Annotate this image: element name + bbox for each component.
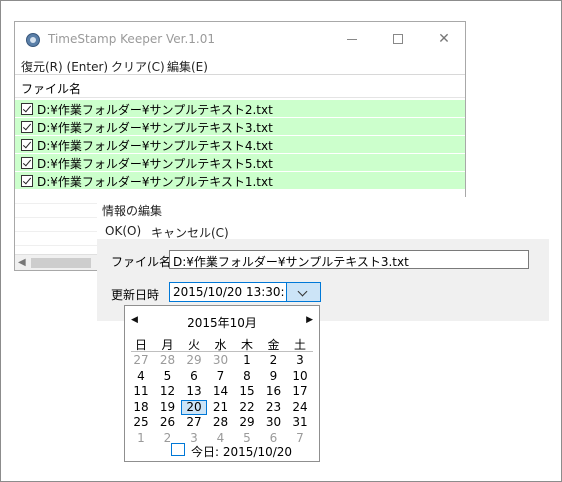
row-checkbox[interactable] <box>21 175 33 187</box>
menu-bar: 復元(R) (Enter) クリア(C) 編集(E) <box>15 56 465 75</box>
chevron-down-icon[interactable] <box>286 283 320 301</box>
weekday-header: 木 <box>240 338 253 352</box>
calendar-day[interactable]: 30 <box>208 353 234 368</box>
next-month-icon[interactable]: ▶ <box>306 315 313 325</box>
calendar-day[interactable]: 13 <box>181 384 207 399</box>
calendar-day[interactable]: 5 <box>155 369 181 384</box>
minimize-button[interactable] <box>329 26 375 52</box>
calendar-day[interactable]: 15 <box>234 384 260 399</box>
edit-dialog: 情報の編集 OK(O) キャンセル(C) ファイル名 D:¥作業フォルダー¥サン… <box>97 197 549 321</box>
weekday-header: 日 <box>134 338 147 352</box>
calendar-day[interactable]: 28 <box>208 415 234 430</box>
file-path: D:¥作業フォルダー¥サンプルテキスト5.txt <box>37 157 273 171</box>
datetime-value[interactable]: 2015/10/20 13:30:22.7 <box>173 285 285 299</box>
calendar-day[interactable]: 1 <box>234 353 260 368</box>
datetime-label: 更新日時 <box>111 288 160 302</box>
calendar-day[interactable]: 5 <box>234 431 260 446</box>
menu-ok[interactable]: OK(O) <box>105 224 141 238</box>
calendar-day[interactable]: 25 <box>128 415 154 430</box>
row-checkbox[interactable] <box>21 139 33 151</box>
dialog-title: 情報の編集 <box>102 204 163 218</box>
maximize-button[interactable] <box>375 26 421 52</box>
file-row[interactable]: D:¥作業フォルダー¥サンプルテキスト4.txt <box>15 136 465 153</box>
weekday-header: 月 <box>161 338 174 352</box>
weekday-header: 水 <box>214 338 227 352</box>
column-header-filename[interactable]: ファイル名 <box>15 76 465 98</box>
window-title: TimeStamp Keeper Ver.1.01 <box>48 32 215 46</box>
calendar-day[interactable]: 12 <box>155 384 181 399</box>
menu-edit[interactable]: 編集(E) <box>167 58 208 75</box>
calendar-day[interactable]: 27 <box>128 353 154 368</box>
file-row[interactable]: D:¥作業フォルダー¥サンプルテキスト1.txt <box>15 172 465 189</box>
calendar-day[interactable]: 27 <box>181 415 207 430</box>
calendar-day[interactable]: 6 <box>261 431 287 446</box>
calendar-day[interactable]: 29 <box>181 353 207 368</box>
column-header-label: ファイル名 <box>21 82 82 96</box>
file-path: D:¥作業フォルダー¥サンプルテキスト4.txt <box>37 139 273 153</box>
scroll-thumb[interactable] <box>31 258 91 268</box>
calendar-day[interactable]: 16 <box>261 384 287 399</box>
calendar-day[interactable]: 28 <box>155 353 181 368</box>
calendar-day[interactable]: 6 <box>181 369 207 384</box>
row-checkbox[interactable] <box>21 121 33 133</box>
close-icon: ✕ <box>438 31 450 47</box>
file-row[interactable]: D:¥作業フォルダー¥サンプルテキスト5.txt <box>15 154 465 171</box>
calendar-day[interactable]: 4 <box>128 369 154 384</box>
screenshot-canvas: TimeStamp Keeper Ver.1.01 ✕ 復元(R) (Enter… <box>0 0 562 482</box>
file-path: D:¥作業フォルダー¥サンプルテキスト3.txt <box>37 121 273 135</box>
calendar-day[interactable]: 17 <box>287 384 313 399</box>
minimize-icon <box>347 38 357 40</box>
calendar-day[interactable]: 21 <box>208 400 234 415</box>
calendar-day[interactable]: 3 <box>181 431 207 446</box>
calendar-day[interactable]: 29 <box>234 415 260 430</box>
calendar-day[interactable]: 7 <box>287 431 313 446</box>
file-row[interactable]: D:¥作業フォルダー¥サンプルテキスト2.txt <box>15 100 465 117</box>
weekday-header: 火 <box>187 338 200 352</box>
menu-clear[interactable]: クリア(C) <box>111 58 165 75</box>
calendar-month[interactable]: 2015年10月 <box>125 314 319 331</box>
scroll-left-icon[interactable]: ◀ <box>18 257 26 268</box>
calendar-day[interactable]: 19 <box>155 400 181 415</box>
weekday-header: 金 <box>267 338 280 352</box>
calendar-day[interactable]: 10 <box>287 369 313 384</box>
calendar-day[interactable]: 30 <box>261 415 287 430</box>
calendar-day[interactable]: 22 <box>234 400 260 415</box>
dialog-title-bar[interactable]: 情報の編集 <box>97 197 549 219</box>
today-link[interactable]: 今日: 2015/10/20 <box>191 443 292 460</box>
calendar-day[interactable]: 23 <box>261 400 287 415</box>
calendar-day-selected[interactable]: 20 <box>181 399 207 415</box>
calendar-day[interactable]: 31 <box>287 415 313 430</box>
app-icon <box>26 33 40 47</box>
dialog-menu-bar: OK(O) キャンセル(C) <box>97 219 549 241</box>
calendar-day[interactable]: 7 <box>208 369 234 384</box>
datetime-picker[interactable]: 2015/10/20 13:30:22.7 <box>169 282 321 302</box>
row-checkbox[interactable] <box>21 103 33 115</box>
close-button[interactable]: ✕ <box>421 26 467 52</box>
maximize-icon <box>393 34 403 44</box>
file-path: D:¥作業フォルダー¥サンプルテキスト1.txt <box>37 175 273 189</box>
calendar-day[interactable]: 3 <box>287 353 313 368</box>
calendar-day[interactable]: 2 <box>155 431 181 446</box>
file-path: D:¥作業フォルダー¥サンプルテキスト2.txt <box>37 103 273 117</box>
filename-field[interactable]: D:¥作業フォルダー¥サンプルテキスト3.txt <box>169 250 529 269</box>
calendar-day[interactable]: 4 <box>208 431 234 446</box>
calendar-day[interactable]: 1 <box>128 431 154 446</box>
calendar-day[interactable]: 2 <box>261 353 287 368</box>
calendar-day[interactable]: 26 <box>155 415 181 430</box>
file-row[interactable]: D:¥作業フォルダー¥サンプルテキスト3.txt <box>15 118 465 135</box>
menu-cancel[interactable]: キャンセル(C) <box>151 224 229 241</box>
calendar-day[interactable]: 24 <box>287 400 313 415</box>
calendar-day[interactable]: 8 <box>234 369 260 384</box>
weekday-header: 土 <box>293 338 306 352</box>
calendar-day[interactable]: 9 <box>261 369 287 384</box>
calendar-dropdown: ◀ 2015年10月 ▶ 今日: 2015/10/20 日月火水木金土 27 28 2… <box>124 305 320 462</box>
row-checkbox[interactable] <box>21 157 33 169</box>
filename-label: ファイル名 <box>111 255 172 269</box>
calendar-day[interactable]: 14 <box>208 384 234 399</box>
calendar-day[interactable]: 18 <box>128 400 154 415</box>
menu-restore[interactable]: 復元(R) (Enter) <box>21 58 108 75</box>
title-bar[interactable]: TimeStamp Keeper Ver.1.01 ✕ <box>15 22 465 56</box>
calendar-day[interactable]: 11 <box>128 384 154 399</box>
